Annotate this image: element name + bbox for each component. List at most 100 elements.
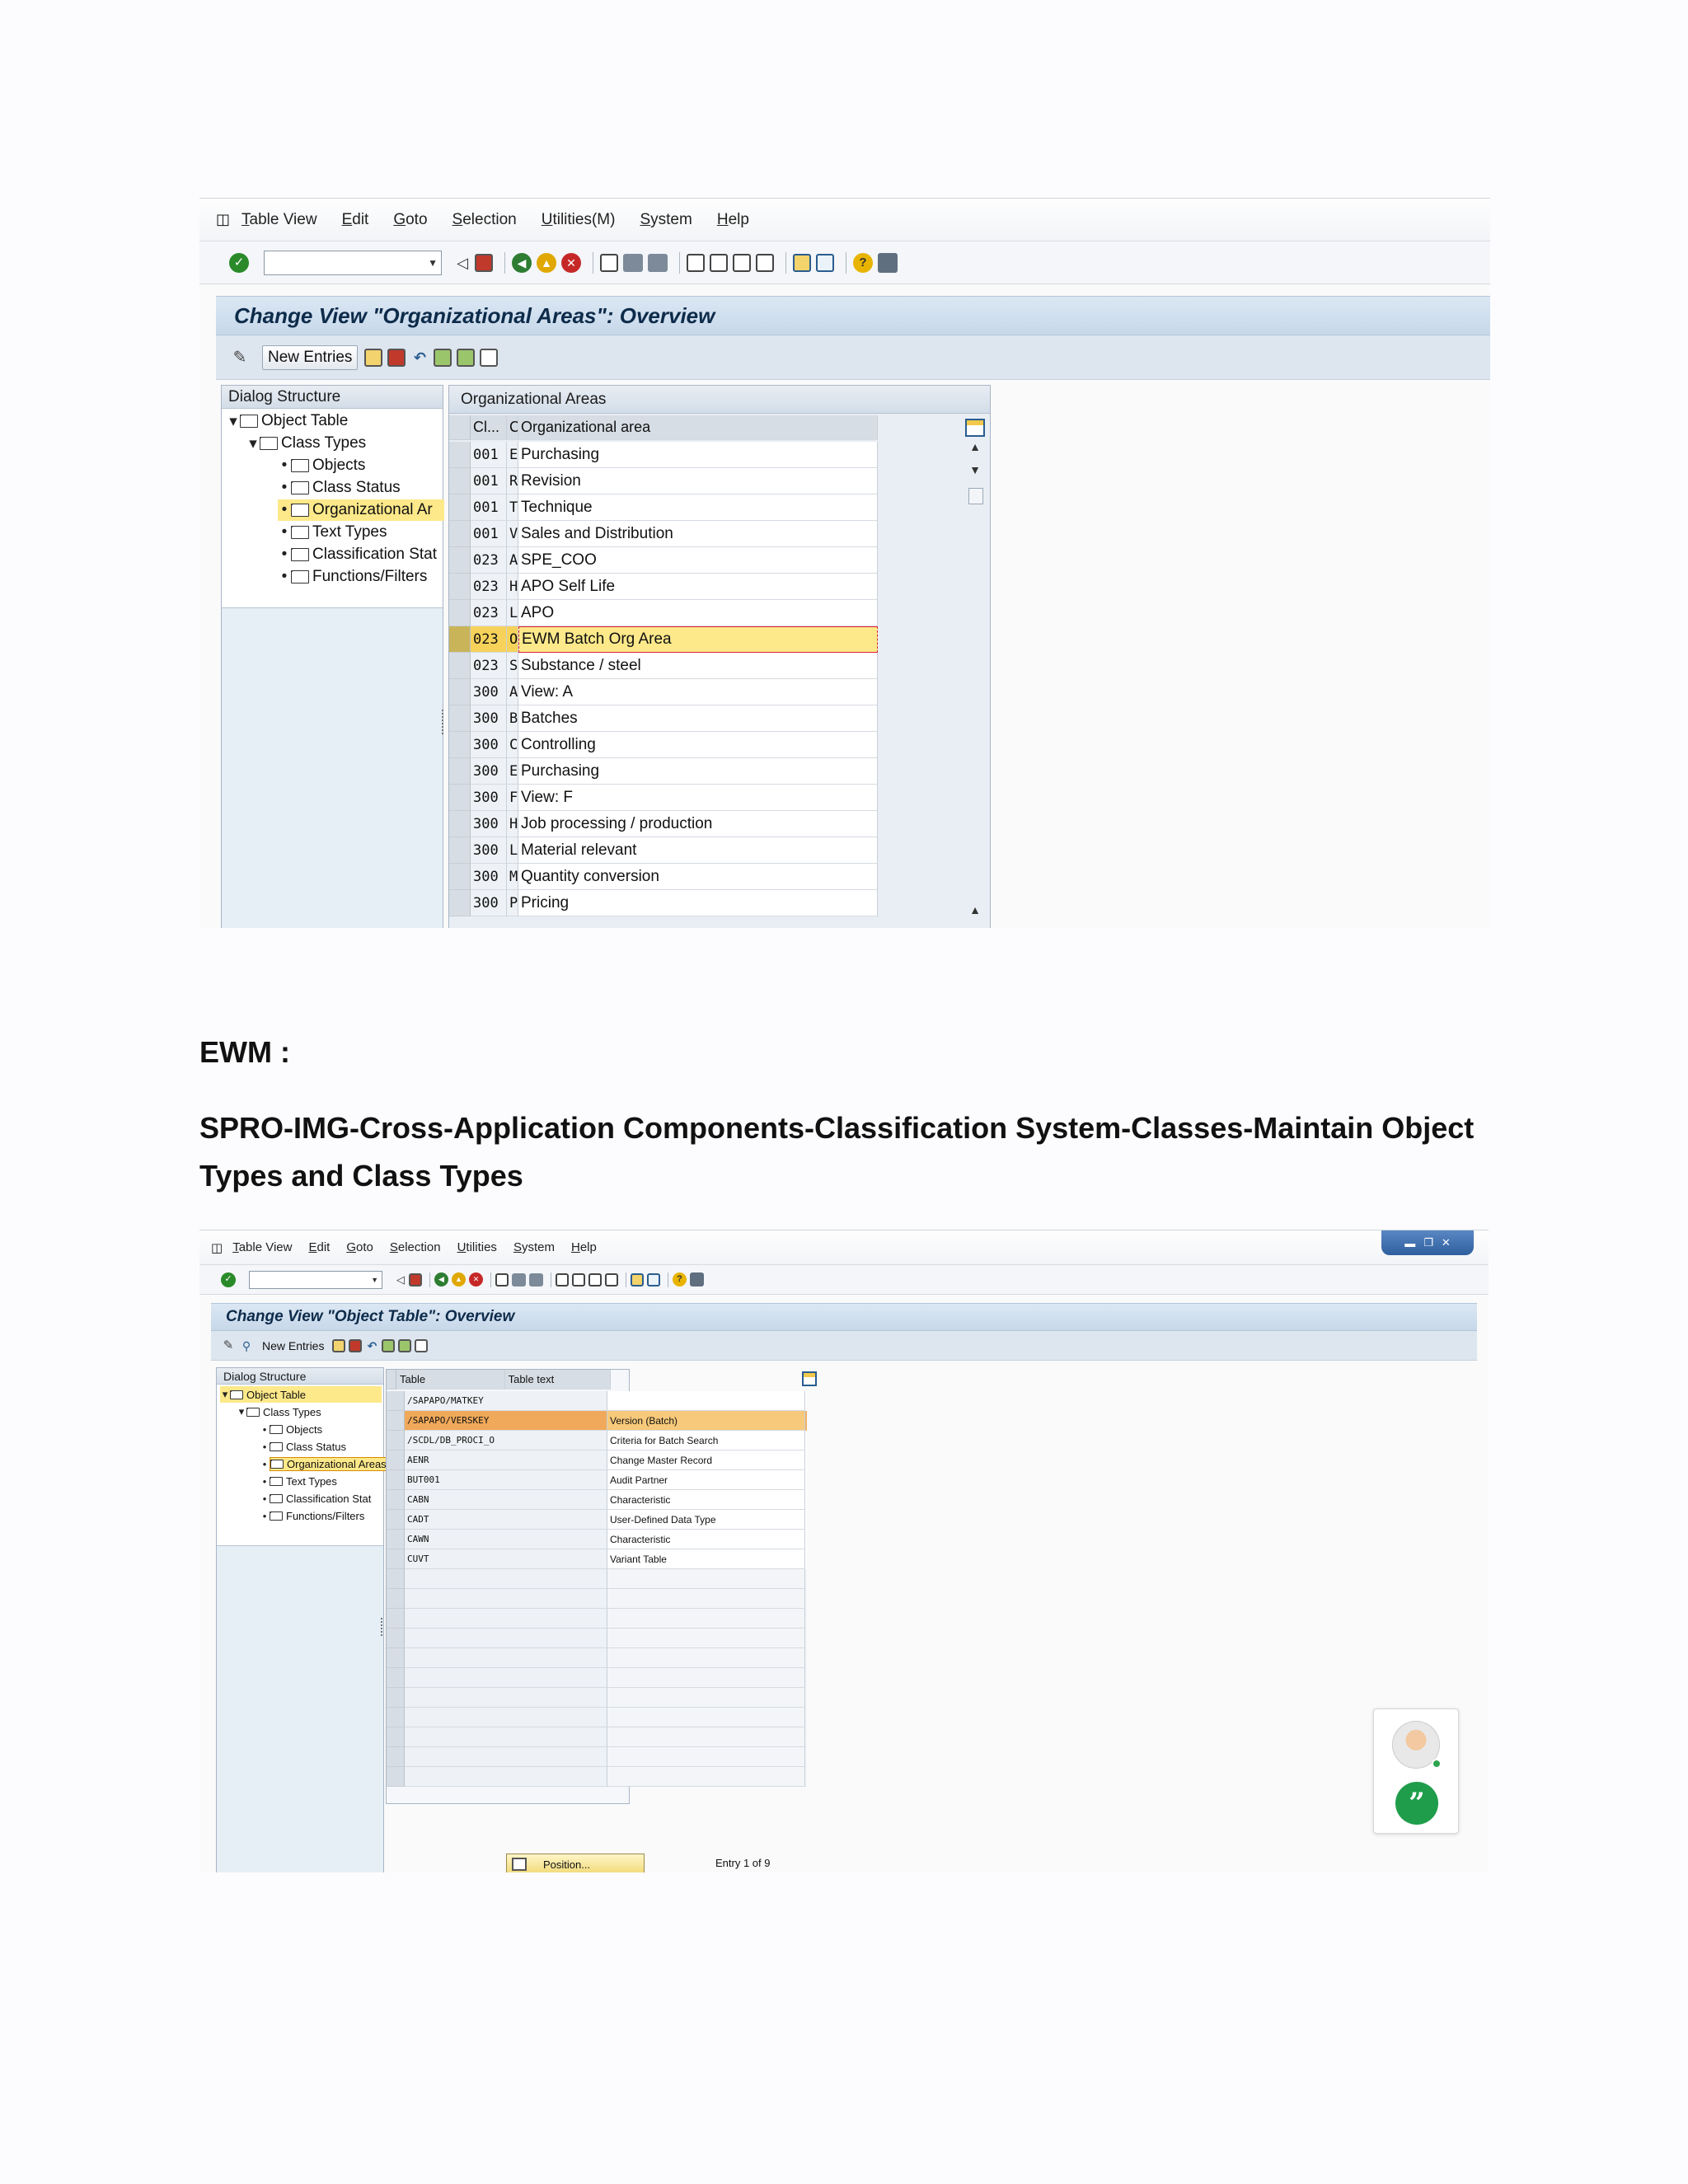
row-selector[interactable] <box>449 732 471 758</box>
scroll-up-icon[interactable]: ▲ <box>965 440 985 453</box>
table-row[interactable]: 023 O EWM Batch Org Area <box>449 626 878 653</box>
row-selector[interactable] <box>387 1727 405 1747</box>
cell-organizational-area[interactable]: Purchasing <box>518 442 878 468</box>
cell-organizational-area[interactable]: Quantity conversion <box>518 864 878 890</box>
table-row[interactable]: AENR Change Master Record <box>387 1451 807 1470</box>
column-header-table[interactable]: Table <box>396 1370 505 1390</box>
table-row[interactable]: 300 C Controlling <box>449 732 878 758</box>
splitter-handle[interactable] <box>442 710 445 734</box>
row-selector[interactable] <box>449 890 471 916</box>
tree-item-objects[interactable]: • Objects <box>278 455 366 476</box>
tree-item-classification-status[interactable]: • Classification Stat <box>278 544 444 565</box>
create-session-icon[interactable] <box>793 253 811 272</box>
table-row[interactable]: CABN Characteristic <box>387 1490 807 1510</box>
table-settings-icon[interactable] <box>802 1371 817 1386</box>
cancel-icon[interactable]: ✕ <box>469 1272 483 1286</box>
first-page-icon[interactable] <box>687 253 705 272</box>
cell-organizational-area[interactable]: Material relevant <box>518 837 878 864</box>
window-menu-icon[interactable]: ◫ <box>216 211 230 228</box>
expand-triangle-icon[interactable]: ▾ <box>237 1405 246 1418</box>
column-header-table-text[interactable]: Table text <box>504 1370 611 1390</box>
enter-check-icon[interactable]: ✓ <box>221 1272 236 1287</box>
find-next-icon[interactable] <box>529 1272 543 1286</box>
cell-organizational-area[interactable]: APO <box>518 600 878 626</box>
row-selector[interactable] <box>387 1490 405 1510</box>
enter-check-icon[interactable]: ✓ <box>229 252 249 273</box>
table-row[interactable]: 300 H Job processing / production <box>449 811 878 837</box>
last-page-icon[interactable] <box>756 253 774 272</box>
table-row[interactable]: 023 S Substance / steel <box>449 653 878 679</box>
table-row[interactable]: BUT001 Audit Partner <box>387 1470 807 1490</box>
find-icon[interactable] <box>512 1272 526 1286</box>
close-icon[interactable]: ✕ <box>1442 1236 1451 1249</box>
cell-organizational-area[interactable]: Pricing <box>518 890 878 916</box>
cell-table-text[interactable]: Variant Table <box>607 1549 805 1569</box>
menu-goto[interactable]: Goto <box>393 211 427 229</box>
back-arrow-icon[interactable]: ◁ <box>396 1272 406 1287</box>
expand-triangle-icon[interactable]: ▾ <box>220 1388 230 1401</box>
row-selector[interactable] <box>449 574 471 600</box>
tree-item-functions-filters[interactable]: • Functions/Filters <box>278 566 444 588</box>
tree-item-object-table[interactable]: ▾ Object Table <box>227 410 348 432</box>
command-field[interactable]: ▼ <box>264 250 442 275</box>
previous-page-icon[interactable] <box>710 253 728 272</box>
column-header-client[interactable]: Cl... <box>471 415 507 440</box>
cell-organizational-area[interactable]: Revision <box>518 468 878 494</box>
row-selector[interactable] <box>449 494 471 521</box>
deselect-all-icon[interactable] <box>480 348 499 367</box>
copy-as-icon[interactable] <box>364 348 383 367</box>
menu-edit[interactable]: Edit <box>308 1240 330 1254</box>
previous-page-icon[interactable] <box>572 1272 585 1286</box>
table-row[interactable]: /SAPAPO/VERSKEY Version (Batch) <box>387 1411 807 1431</box>
row-selector[interactable] <box>449 864 471 890</box>
save-icon[interactable] <box>475 253 493 272</box>
cell-organizational-area[interactable]: View: F <box>518 785 878 811</box>
row-selector[interactable] <box>387 1510 405 1530</box>
print-icon[interactable] <box>495 1272 509 1286</box>
cell-organizational-area[interactable]: Purchasing <box>518 758 878 785</box>
row-selector[interactable] <box>387 1530 405 1549</box>
first-page-icon[interactable] <box>556 1272 569 1286</box>
find-icon[interactable] <box>623 253 643 272</box>
delete-icon[interactable] <box>349 1338 363 1352</box>
new-entries-button[interactable]: New Entries <box>262 344 359 370</box>
menu-table-view[interactable]: Table View <box>232 1240 292 1254</box>
row-selector[interactable] <box>449 811 471 837</box>
print-icon[interactable] <box>600 253 618 272</box>
shortcut-icon[interactable] <box>647 1272 660 1286</box>
help-icon[interactable]: ? <box>673 1272 687 1286</box>
row-selector[interactable] <box>387 1767 405 1787</box>
table-row[interactable]: CADT User-Defined Data Type <box>387 1510 807 1530</box>
table-row[interactable]: 300 L Material relevant <box>449 837 878 864</box>
cancel-icon[interactable]: ✕ <box>561 252 581 273</box>
tree-item-objects[interactable]: • Objects <box>260 1421 322 1437</box>
table-settings-icon[interactable] <box>965 419 985 437</box>
cell-table-text[interactable]: Characteristic <box>607 1530 805 1549</box>
cell-organizational-area[interactable]: APO Self Life <box>518 574 878 600</box>
undo-change-icon[interactable]: ↶ <box>410 349 429 367</box>
delete-icon[interactable] <box>387 348 406 367</box>
menu-system[interactable]: System <box>640 211 692 229</box>
table-row[interactable]: 001 V Sales and Distribution <box>449 521 878 547</box>
expand-triangle-icon[interactable]: ▾ <box>246 434 260 453</box>
table-row[interactable]: CAWN Characteristic <box>387 1530 807 1549</box>
row-selector[interactable] <box>387 1609 405 1629</box>
row-selector[interactable] <box>387 1411 405 1431</box>
row-selector[interactable] <box>449 785 471 811</box>
table-row[interactable]: /SAPAPO/MATKEY <box>387 1391 807 1411</box>
menu-utilities[interactable]: Utilities(M) <box>542 211 616 229</box>
cell-organizational-area[interactable]: Controlling <box>518 732 878 758</box>
customize-layout-icon[interactable] <box>878 252 898 273</box>
display-change-icon[interactable]: ✎ <box>221 1338 236 1353</box>
deselect-all-icon[interactable] <box>415 1338 429 1352</box>
menu-help[interactable]: Help <box>717 211 749 229</box>
new-entries-button[interactable]: New Entries <box>262 1339 324 1352</box>
menu-selection[interactable]: Selection <box>452 211 517 229</box>
cell-organizational-area[interactable]: Technique <box>518 494 878 521</box>
menu-utilities[interactable]: Utilities <box>457 1240 497 1254</box>
tree-item-organizational-areas[interactable]: • Organizational Areas <box>260 1455 389 1472</box>
scroll-down-icon[interactable]: ▼ <box>965 463 985 476</box>
row-selector[interactable] <box>449 468 471 494</box>
copy-as-icon[interactable] <box>332 1338 346 1352</box>
create-session-icon[interactable] <box>631 1272 644 1286</box>
